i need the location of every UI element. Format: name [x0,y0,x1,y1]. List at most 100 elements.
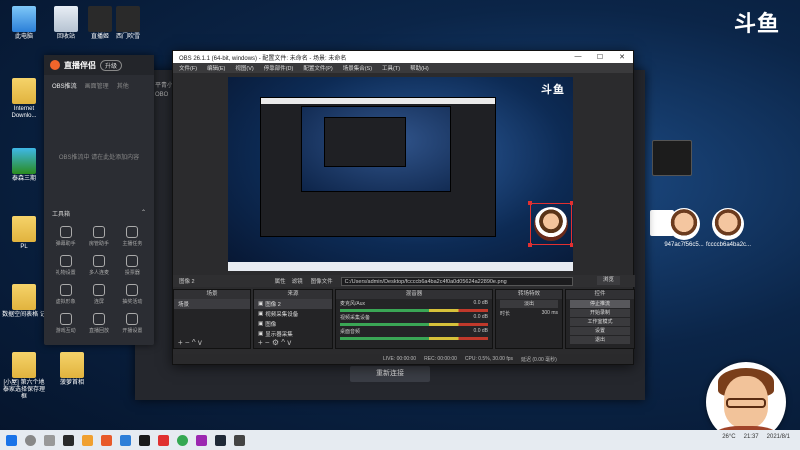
tab-obs[interactable]: OBS推流 [52,81,77,90]
obs-window: OBS 26.1.1 (64-bit, windows) - 配置文件: 未命名… [172,50,635,365]
add-icon[interactable]: + [258,338,263,347]
menu-docks[interactable]: 停靠部件(D) [264,64,294,72]
start-icon[interactable] [6,434,17,446]
source-item[interactable]: ▣ 视频采集设备 [254,309,332,319]
tool-item[interactable]: 弹幕助手 [50,226,81,247]
avatar-icon [668,208,700,240]
image-path-input[interactable]: C:/Users/admin/Desktop/fccccb6a4ba2c4f0a… [340,276,573,286]
chrome-icon[interactable] [177,434,188,446]
desktop-icon-avatar-2[interactable]: fccccb6a4ba2c... [706,208,751,249]
menu-view[interactable]: 视图(V) [235,64,253,72]
tool-item[interactable]: 开播设置 [117,313,148,334]
exit-button[interactable]: 退出 [570,336,630,344]
transition-select[interactable]: 淡出 [500,300,558,308]
explorer-taskbar-icon[interactable] [82,434,93,446]
source-label: 视频采集设备 [265,312,299,318]
menu-edit[interactable]: 编辑(E) [207,64,225,72]
duration-value[interactable]: 300 ms [542,310,558,317]
tool-item[interactable]: 多人连麦 [83,255,114,276]
tool-label: 开播设置 [122,328,143,334]
brand-name: 直播伴侣 [64,60,96,70]
remove-icon[interactable]: − [185,338,190,347]
tool-item[interactable]: 抽奖活动 [117,284,148,305]
source-item[interactable]: ▣ 图像 [254,319,332,329]
menu-file[interactable]: 文件(F) [179,64,197,72]
down-icon[interactable]: v [287,338,291,347]
properties-button[interactable]: 属性 [275,277,286,285]
tool-item[interactable]: 礼物设置 [50,255,81,276]
computer-icon [12,6,36,32]
resize-handle[interactable] [570,201,573,205]
close-button[interactable]: ✕ [611,53,633,61]
desktop-icon-this-pc[interactable]: 此电脑 [2,6,46,41]
menu-tools[interactable]: 工具(T) [382,64,400,72]
tool-item[interactable]: 游戏互动 [50,313,81,334]
obs-menubar: 文件(F) 编辑(E) 视图(V) 停靠部件(D) 配置文件(P) 场景集合(S… [173,63,633,73]
menu-profile[interactable]: 配置文件(P) [303,64,332,72]
desktop-icon-app-2[interactable]: 西门吹雪 [106,6,150,41]
transition-duration: 时长 300 ms [496,309,562,318]
add-icon[interactable]: + [178,338,183,347]
browse-button[interactable]: 浏览 [597,276,621,285]
settings-button[interactable]: 设置 [570,327,630,335]
tool-item[interactable]: 主播任务 [117,226,148,247]
scene-item[interactable]: 场景 [174,299,250,309]
app-taskbar-icon[interactable] [234,434,245,446]
resize-handle[interactable] [528,201,532,205]
desktop-icon-pl[interactable]: PL [2,216,46,251]
app-taskbar-icon[interactable] [158,434,169,446]
tool-icon [126,226,139,238]
desktop-icon-avatar-1[interactable]: 947ac7f56c5... [662,208,706,249]
tool-item[interactable]: 虚拟形象 [50,284,81,305]
desktop-icon-folder-6[interactable]: [小屋] 第六个地 泰家选择保存理框 [2,352,46,402]
transitions-dock-title: 转场特效 [496,290,562,299]
collapse-icon[interactable]: ⌃ [141,209,146,218]
menu-scene-collection[interactable]: 场景集合(S) [343,64,372,72]
obs-taskbar-icon[interactable] [63,434,74,446]
desktop-icon-folder-3[interactable]: 泰森三期 [2,148,46,183]
avatar-glasses [726,398,766,408]
app-taskbar-icon[interactable] [139,434,150,446]
stop-streaming-button[interactable]: 停止推流 [570,300,630,308]
desktop-icon-right-1[interactable] [650,140,694,178]
filters-button[interactable]: 滤镜 [292,277,303,285]
app-taskbar-icon[interactable] [120,434,131,446]
desktop-icon-label: 菠萝首相 [59,380,84,386]
tool-item[interactable]: 直播回放 [83,313,114,334]
search-icon[interactable] [25,434,36,446]
obs-preview-canvas[interactable]: 斗鱼 [228,77,573,271]
down-icon[interactable]: v [198,338,202,347]
minimize-button[interactable]: — [567,53,589,61]
desktop-icon-bottom[interactable]: 菠萝首相 [50,352,94,387]
selection-box[interactable] [528,201,573,247]
tab-scene[interactable]: 画面管理 [85,81,109,90]
volume-meter[interactable] [340,323,488,326]
app-taskbar-icon[interactable] [196,434,207,446]
source-item[interactable]: ▣ 图像 2 [254,299,332,309]
resize-handle[interactable] [570,243,573,247]
tool-item[interactable]: 房管助手 [83,226,114,247]
studio-mode-button[interactable]: 工作室模式 [570,318,630,326]
menu-help[interactable]: 帮助(H) [410,64,429,72]
maximize-button[interactable]: ☐ [589,53,611,61]
tool-icon [92,284,105,296]
desktop-icon-folder-5[interactable]: 数据空间表格 记 [2,284,46,319]
desktop-icon-internet-downloads[interactable]: Internet Downlo... [2,78,46,120]
start-recording-button[interactable]: 开始录制 [570,309,630,317]
tool-item[interactable]: 投票器 [117,255,148,276]
resize-handle[interactable] [528,243,532,247]
tool-item[interactable]: 连屏 [83,284,114,305]
folder-icon [12,78,36,104]
tab-other[interactable]: 其他 [117,81,129,90]
remove-icon[interactable]: − [265,338,270,347]
gear-icon[interactable]: ⚙ [272,338,279,347]
up-icon[interactable]: ^ [281,338,285,347]
up-icon[interactable]: ^ [192,338,196,347]
upgrade-badge[interactable]: 升级 [100,59,123,71]
app-taskbar-icon[interactable] [101,434,112,446]
task-view-icon[interactable] [44,434,55,446]
volume-meter[interactable] [340,337,488,340]
volume-meter[interactable] [340,309,488,312]
steam-icon[interactable] [215,434,226,446]
reconnect-button[interactable]: 重新连接 [350,366,430,382]
